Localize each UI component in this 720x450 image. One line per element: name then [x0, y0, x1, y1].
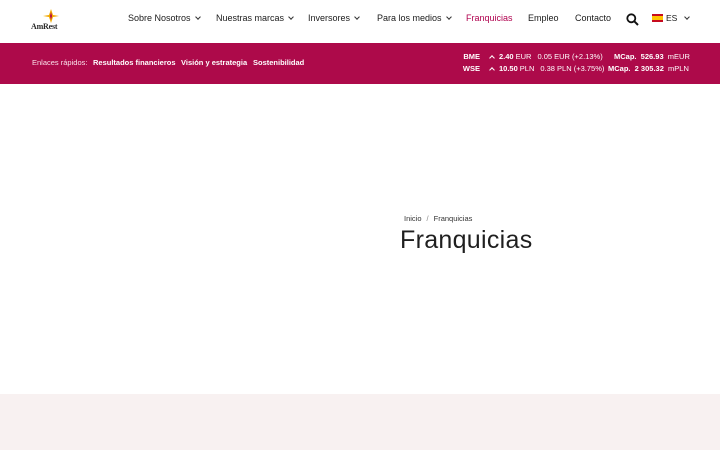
quick-link-vision[interactable]: Visión y estrategia	[181, 58, 247, 67]
nav-label: Nuestras marcas	[216, 13, 285, 23]
quick-links-bar: Enlaces rápidos: Resultados financieros …	[0, 43, 720, 84]
page-title: Franquicias	[400, 226, 533, 254]
chevron-down-icon	[684, 13, 691, 20]
nav-para-los-medios[interactable]: Para los medios	[377, 13, 452, 23]
logo-mark-icon	[43, 9, 59, 23]
stock-bme: BME 2.40 EUR 0.05 EUR (+2.13%)	[454, 52, 603, 61]
arrow-up-icon	[489, 54, 495, 61]
arrow-up-icon	[489, 66, 495, 73]
breadcrumb-home[interactable]: Inicio	[404, 214, 422, 223]
stock-change: 0.05 EUR (+2.13%)	[537, 52, 603, 61]
search-icon[interactable]	[626, 13, 639, 26]
quick-links-label: Enlaces rápidos:	[32, 58, 88, 67]
language-code: ES	[666, 13, 678, 23]
logo-wordmark: AmRest	[31, 22, 58, 31]
breadcrumb: Inicio / Franquicias	[404, 214, 472, 223]
mcap-value: 526.93	[640, 52, 664, 61]
breadcrumb-current: Franquicias	[433, 214, 473, 223]
quick-link-sostenibilidad[interactable]: Sostenibilidad	[253, 58, 304, 67]
nav-sobre-nosotros[interactable]: Sobre Nosotros	[128, 13, 201, 23]
amrest-logo[interactable]: AmRest	[31, 9, 67, 31]
nav-label: Para los medios	[377, 13, 442, 23]
nav-empleo[interactable]: Empleo	[528, 13, 559, 23]
nav-label: Inversores	[308, 13, 351, 23]
language-selector[interactable]: ES	[652, 13, 691, 23]
spain-flag-icon	[652, 14, 663, 22]
nav-franquicias[interactable]: Franquicias	[466, 13, 513, 23]
chevron-down-icon	[354, 13, 360, 20]
stock-exchange: BME	[463, 52, 480, 61]
footer-band	[0, 394, 720, 450]
mcap-label: MCap.	[614, 52, 637, 61]
nav-label: Franquicias	[466, 13, 513, 23]
stock-price: 10.50	[499, 64, 518, 73]
stock-change: 0.38 PLN (+3.75%)	[540, 64, 605, 73]
chevron-down-icon	[194, 13, 201, 20]
mcap-wse: MCap. 2 305.32 mPLN	[608, 64, 689, 73]
stock-currency: PLN	[519, 64, 535, 73]
chevron-down-icon	[445, 13, 452, 20]
mcap-unit: mPLN	[668, 64, 689, 73]
mcap-bme: MCap. 526.93 mEUR	[614, 52, 690, 61]
site-header: AmRest Sobre Nosotros Nuestras marcas In…	[0, 0, 720, 43]
chevron-down-icon	[288, 13, 294, 20]
mcap-value: 2 305.32	[634, 64, 664, 73]
nav-nuestras-marcas[interactable]: Nuestras marcas	[216, 13, 294, 23]
stock-currency: EUR	[515, 52, 532, 61]
nav-label: Contacto	[575, 13, 612, 23]
nav-contacto[interactable]: Contacto	[575, 13, 611, 23]
mcap-label: MCap.	[608, 64, 631, 73]
mcap-unit: mEUR	[667, 52, 690, 61]
quick-link-resultados[interactable]: Resultados financieros	[93, 58, 176, 67]
nav-inversores[interactable]: Inversores	[308, 13, 360, 23]
stock-wse: WSE 10.50 PLN 0.38 PLN (+3.75%)	[454, 64, 604, 73]
stock-price: 2.40	[499, 52, 514, 61]
breadcrumb-separator: /	[426, 214, 429, 223]
nav-label: Sobre Nosotros	[128, 13, 191, 23]
stock-exchange: WSE	[462, 64, 480, 73]
nav-label: Empleo	[528, 13, 559, 23]
